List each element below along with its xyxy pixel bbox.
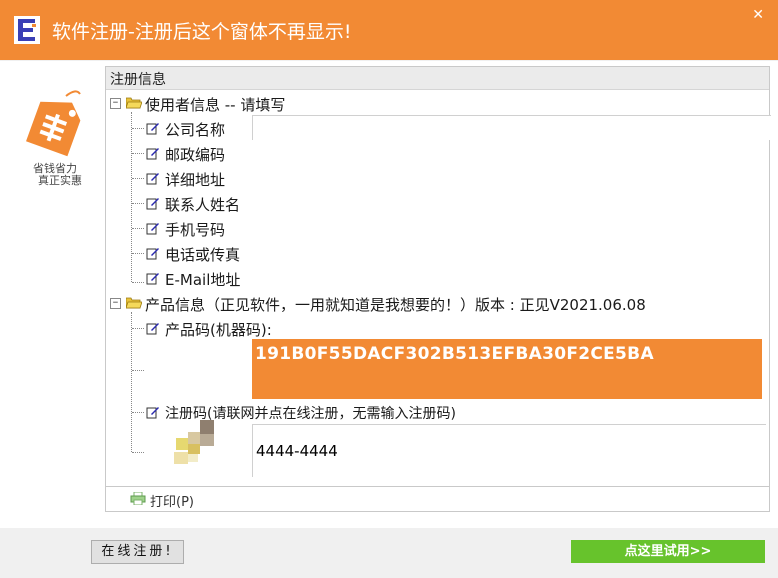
window-title: 软件注册-注册后这个窗体不再显示! <box>52 21 352 43</box>
tree-line <box>131 112 132 282</box>
edit-pencil-icon <box>146 223 159 235</box>
folder-open-icon <box>126 297 142 309</box>
edit-pencil-icon <box>146 123 159 135</box>
logo-caption: 省钱省力 真正实惠 <box>22 163 88 187</box>
folder-open-icon <box>126 97 142 109</box>
price-tag-logo-icon <box>26 90 81 157</box>
title-bar: 软件注册-注册后这个窗体不再显示! ✕ <box>0 0 778 60</box>
online-register-button[interactable]: 在线注册! <box>91 540 184 564</box>
edit-pencil-icon <box>146 198 159 210</box>
panel-header: 注册信息 <box>106 67 769 90</box>
panel-header-title: 注册信息 <box>110 72 166 88</box>
tree-line <box>132 328 144 329</box>
edit-pencil-icon <box>146 407 159 419</box>
tree-line <box>132 153 144 154</box>
edit-pencil-icon <box>146 273 159 285</box>
blurred-image-icon <box>174 420 214 464</box>
product-code-label: 产品码(机器码): <box>165 321 272 339</box>
tree-line <box>132 370 144 371</box>
app-logo-icon <box>14 16 40 44</box>
tree-line <box>131 312 132 452</box>
tree-line <box>132 228 144 229</box>
logo-caption-line2: 真正实惠 <box>38 174 82 187</box>
tree-line <box>132 128 144 129</box>
field-label-email: E-Mail地址 <box>165 271 241 289</box>
product-code-value[interactable]: 191B0F55DACF302B513EFBA30F2CE5BA <box>252 339 762 399</box>
tree-line <box>132 253 144 254</box>
company-name-input[interactable] <box>252 115 771 140</box>
tree-line <box>132 178 144 179</box>
printer-icon <box>130 492 146 505</box>
field-label-mobile: 手机号码 <box>165 221 226 239</box>
edit-pencil-icon <box>146 248 159 260</box>
field-label-contact-name: 联系人姓名 <box>165 196 241 214</box>
product-code-text: 191B0F55DACF302B513EFBA30F2CE5BA <box>255 344 654 364</box>
tree-line <box>132 203 144 204</box>
field-label-company: 公司名称 <box>165 121 226 139</box>
tree-line <box>132 412 144 413</box>
close-icon[interactable]: ✕ <box>752 8 764 22</box>
product-info-collapse-toggle[interactable]: − <box>110 298 121 309</box>
tree-line <box>132 452 144 453</box>
user-info-collapse-toggle[interactable]: − <box>110 98 121 109</box>
field-label-postcode: 邮政编码 <box>165 146 226 164</box>
edit-pencil-icon <box>146 173 159 185</box>
edit-pencil-icon <box>146 148 159 160</box>
print-bar: 打印(P) <box>106 486 769 511</box>
tree-line <box>132 282 144 283</box>
print-link[interactable]: 打印(P) <box>150 491 194 510</box>
user-info-group-label: 使用者信息 -- 请填写 <box>145 96 286 114</box>
field-label-address: 详细地址 <box>165 171 226 189</box>
registration-code-input[interactable] <box>252 424 766 477</box>
product-info-group-label: 产品信息（正见软件，一用就知道是我想要的！）版本 : 正见V2021.06.08 <box>145 296 646 314</box>
edit-pencil-icon <box>146 323 159 335</box>
try-now-button[interactable]: 点这里试用>> <box>571 540 765 563</box>
field-label-phone-fax: 电话或传真 <box>165 246 241 264</box>
